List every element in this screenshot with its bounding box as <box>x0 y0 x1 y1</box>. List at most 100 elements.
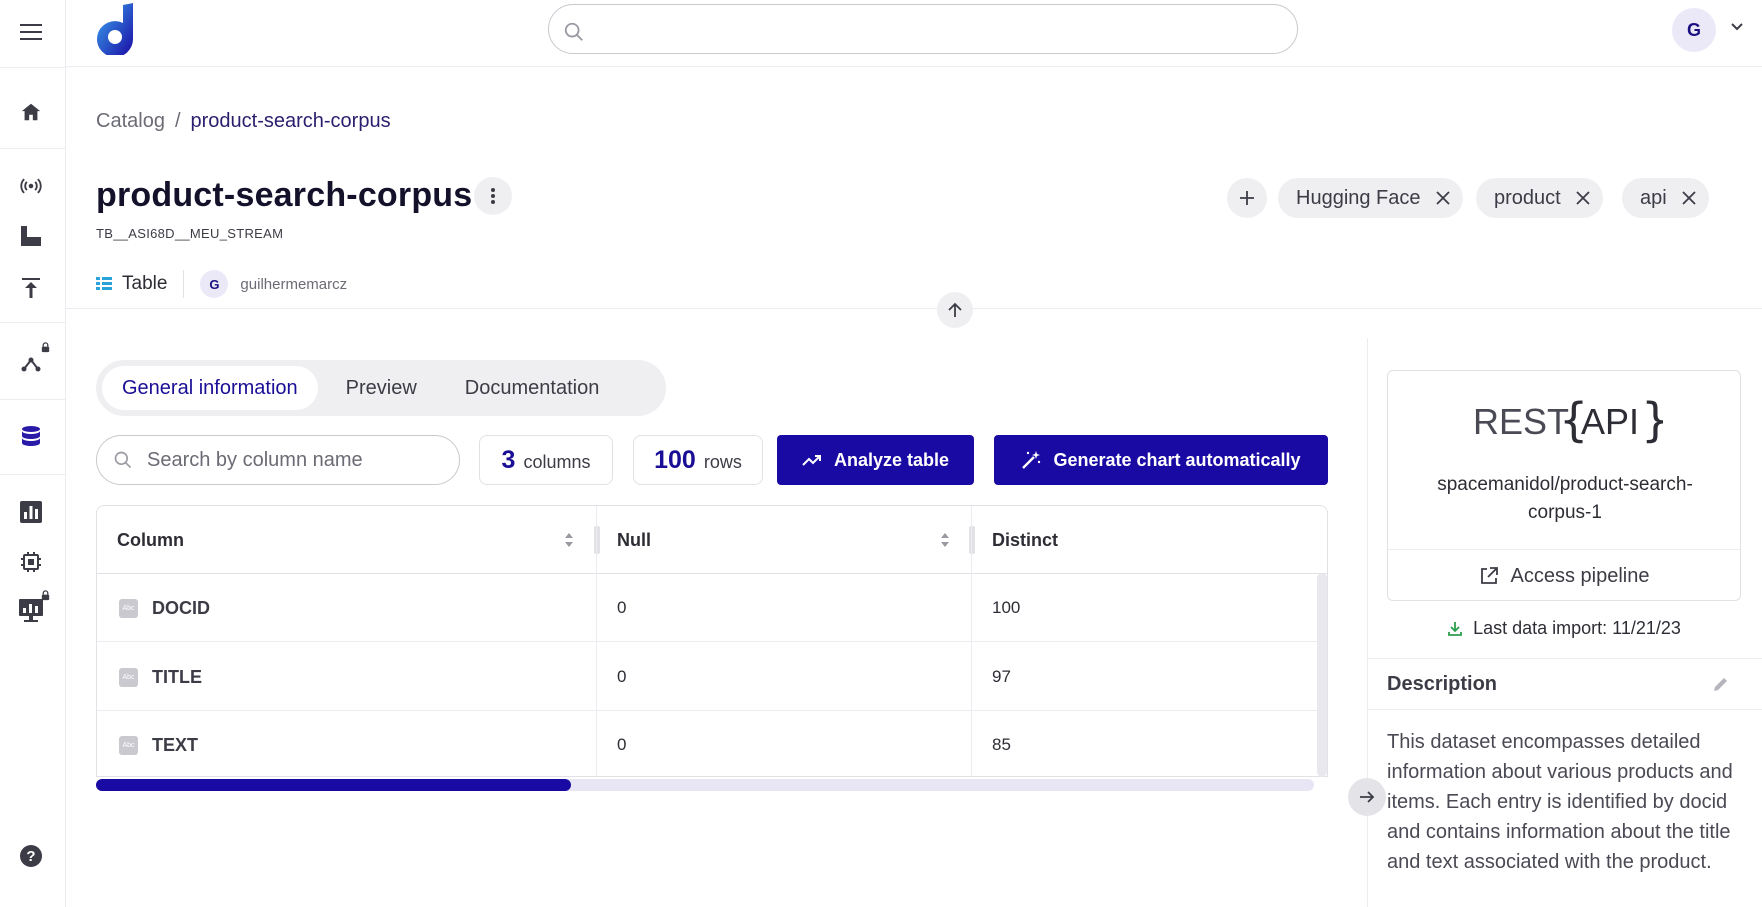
distinct-count: 97 <box>992 667 1011 686</box>
null-count: 0 <box>617 598 627 617</box>
rows-label: rows <box>703 452 742 472</box>
search-icon <box>564 22 583 41</box>
svg-text:REST: REST <box>1473 401 1569 442</box>
pipeline-icon[interactable] <box>15 342 50 378</box>
owner-avatar: G <box>200 270 229 298</box>
more-options-button[interactable] <box>474 177 512 215</box>
plus-icon <box>1240 191 1254 205</box>
tag-label: api <box>1640 186 1667 209</box>
ingestion-icon[interactable] <box>15 220 47 252</box>
tab-documentation[interactable]: Documentation <box>445 366 620 410</box>
columns-label: columns <box>523 452 591 472</box>
dataset-type: Table <box>122 273 168 294</box>
column-name: TITLE <box>152 666 202 687</box>
breadcrumb: Catalog / product-search-corpus <box>96 110 391 133</box>
generate-chart-button[interactable]: Generate chart automatically <box>994 435 1328 485</box>
tag-hugging-face: Hugging Face <box>1278 178 1463 218</box>
text-type-icon: Abc <box>119 667 138 687</box>
tab-bar: General information Preview Documentatio… <box>96 360 666 416</box>
pencil-icon[interactable] <box>1712 675 1730 693</box>
dataset-meta: Table G guilhermemarcz <box>96 270 347 298</box>
chevron-down-icon[interactable] <box>1730 22 1744 32</box>
breadcrumb-current: product-search-corpus <box>190 110 391 132</box>
dashboard-icon[interactable] <box>15 590 50 626</box>
trending-up-icon <box>802 455 821 466</box>
download-icon <box>1448 621 1462 636</box>
tag-label: product <box>1494 186 1561 209</box>
rows-count-badge: 100 rows <box>633 435 763 485</box>
svg-text:?: ? <box>26 848 35 865</box>
null-count: 0 <box>617 735 627 754</box>
menu-icon[interactable] <box>15 16 47 48</box>
tab-preview[interactable]: Preview <box>326 366 437 410</box>
columns-table: Column Null Distinct Abc DOCID 0 100 Abc… <box>96 505 1328 777</box>
column-search-input[interactable]: Search by column name <box>96 435 460 485</box>
add-tag-button[interactable] <box>1227 178 1267 218</box>
arrow-up-icon <box>948 302 962 317</box>
app-logo[interactable] <box>95 3 137 58</box>
last-import-text: Last data import: 11/21/23 <box>1473 618 1681 638</box>
distinct-count: 85 <box>992 735 1011 754</box>
column-header-null[interactable]: Null <box>597 506 972 574</box>
owner-name: guilhermemarcz <box>240 275 348 293</box>
close-icon[interactable] <box>1575 190 1591 206</box>
text-type-icon: Abc <box>119 735 138 755</box>
source-card: REST { API } spacemanidol/product-search… <box>1387 370 1741 601</box>
search-icon <box>114 451 132 469</box>
last-import: Last data import: 11/21/23 <box>1387 618 1741 639</box>
close-icon[interactable] <box>1435 190 1451 206</box>
tag-label: Hugging Face <box>1296 186 1421 209</box>
analyze-table-button[interactable]: Analyze table <box>777 435 974 485</box>
header-label: Null <box>617 529 651 550</box>
lock-icon <box>41 590 50 601</box>
breadcrumb-catalog[interactable]: Catalog <box>96 110 165 133</box>
help-icon[interactable]: ? <box>15 840 47 872</box>
column-header-distinct[interactable]: Distinct <box>972 506 1322 574</box>
user-avatar[interactable]: G <box>1672 8 1716 52</box>
header-label: Column <box>117 529 184 550</box>
rows-count: 100 <box>654 446 696 474</box>
close-icon[interactable] <box>1681 190 1697 206</box>
magic-wand-icon <box>1022 451 1041 469</box>
column-name: DOCID <box>152 597 210 618</box>
tag-api: api <box>1622 178 1709 218</box>
database-icon[interactable] <box>15 421 47 453</box>
access-pipeline-button[interactable]: Access pipeline <box>1388 550 1740 602</box>
global-search-input[interactable] <box>548 4 1298 54</box>
home-icon[interactable] <box>15 96 47 128</box>
lock-icon <box>41 342 50 353</box>
table-header: Column Null Distinct <box>97 506 1327 574</box>
broadcast-icon[interactable] <box>15 170 47 202</box>
sort-icon[interactable] <box>563 532 575 548</box>
table-row[interactable]: Abc TITLE 0 97 <box>97 643 1317 711</box>
kebab-icon <box>491 188 495 204</box>
svg-text:}: } <box>1641 393 1663 447</box>
table-horizontal-scroll-thumb[interactable] <box>96 779 571 791</box>
arrow-right-icon <box>1360 791 1375 803</box>
sort-icon[interactable] <box>939 532 951 548</box>
description-text: This dataset encompasses detailed inform… <box>1387 731 1733 873</box>
column-header-column[interactable]: Column <box>97 506 597 574</box>
table-row[interactable]: Abc TEXT 0 85 <box>97 711 1317 776</box>
page-title: product-search-corpus <box>96 176 473 214</box>
null-count: 0 <box>617 667 627 686</box>
header-label: Distinct <box>992 529 1059 550</box>
pipeline-name: spacemanidol/product-search-corpus-1 <box>1437 474 1693 523</box>
column-search-placeholder: Search by column name <box>147 448 363 471</box>
distinct-count: 100 <box>992 598 1021 617</box>
collapse-header-button[interactable] <box>937 292 973 328</box>
columns-count: 3 <box>501 446 516 474</box>
sidebar: ? <box>0 0 66 907</box>
table-row[interactable]: Abc DOCID 0 100 <box>97 574 1317 642</box>
table-icon <box>96 277 112 290</box>
upload-icon[interactable] <box>15 272 47 304</box>
expand-panel-button[interactable] <box>1348 778 1386 816</box>
access-pipeline-label: Access pipeline <box>1510 564 1650 587</box>
analytics-icon[interactable] <box>15 496 47 528</box>
chip-icon[interactable] <box>15 546 47 578</box>
table-vertical-scrollbar[interactable] <box>1317 573 1327 777</box>
text-type-icon: Abc <box>119 598 138 618</box>
column-name: TEXT <box>152 734 199 755</box>
description-header: Description <box>1367 658 1762 710</box>
tab-general-information[interactable]: General information <box>102 366 318 410</box>
